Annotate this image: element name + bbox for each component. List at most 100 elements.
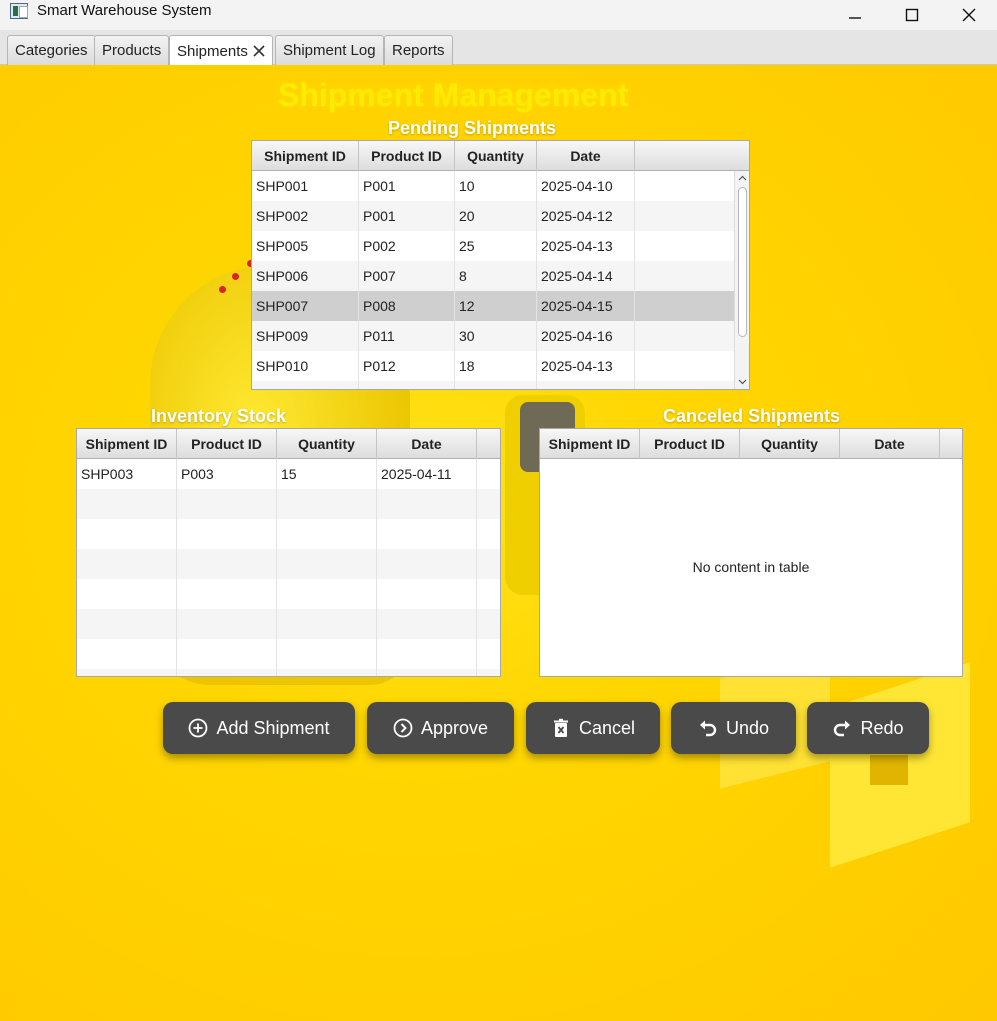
column-header-filler [635, 141, 749, 171]
empty-table-cell [635, 261, 749, 291]
minimize-button[interactable] [826, 0, 884, 30]
empty-table-cell [177, 549, 277, 579]
maximize-button[interactable] [883, 0, 941, 30]
empty-table-cell [77, 669, 177, 676]
table-cell: P001 [359, 171, 455, 201]
column-header[interactable]: Quantity [740, 429, 840, 459]
table-row[interactable]: SHP007 P008 12 2025-04-15 [252, 291, 749, 321]
undo-button[interactable]: Undo [671, 702, 796, 754]
scroll-up-icon[interactable] [738, 174, 747, 183]
vertical-scrollbar[interactable] [734, 171, 749, 389]
table-row[interactable]: SHP009 P011 30 2025-04-16 [252, 321, 749, 351]
table-row[interactable]: SHP003 P003 15 2025-04-11 [77, 459, 500, 489]
window-title: Smart Warehouse System [37, 2, 212, 19]
column-header-filler [940, 429, 962, 459]
close-icon [962, 8, 976, 22]
empty-table-cell [277, 489, 377, 519]
inventory-stock-table[interactable]: Shipment ID Product ID Quantity Date SHP… [76, 428, 501, 677]
empty-table-cell [277, 579, 377, 609]
empty-table-cell [455, 381, 537, 389]
column-header[interactable]: Product ID [640, 429, 740, 459]
column-header[interactable]: Quantity [455, 141, 537, 171]
cancel-button[interactable]: Cancel [526, 702, 660, 754]
button-label: Undo [725, 717, 770, 738]
empty-table-cell [177, 519, 277, 549]
redo-button[interactable]: Redo [807, 702, 929, 754]
shipments-panel: Shipment Management Pending Shipments In… [0, 65, 997, 1021]
table-body: SHP001 P001 10 2025-04-10 SHP002 P001 20 2025-0… [252, 171, 749, 389]
empty-table-cell [635, 171, 749, 201]
table-row[interactable]: SHP001 P001 10 2025-04-10 [252, 171, 749, 201]
button-label: Add Shipment [216, 717, 330, 738]
empty-table-row [77, 549, 500, 579]
table-header: Shipment ID Product ID Quantity Date [540, 429, 962, 459]
column-header[interactable]: Date [377, 429, 477, 459]
column-header[interactable]: Product ID [177, 429, 277, 459]
table-cell: 2025-04-14 [537, 261, 635, 291]
column-header[interactable]: Date [840, 429, 940, 459]
tab-strip: Categories Products Shipments Shipment L… [0, 30, 997, 66]
table-row[interactable]: SHP002 P001 20 2025-04-12 [252, 201, 749, 231]
table-header: Shipment ID Product ID Quantity Date [77, 429, 500, 459]
scroll-thumb[interactable] [738, 187, 747, 337]
column-header[interactable]: Shipment ID [77, 429, 177, 459]
empty-table-cell [477, 579, 500, 609]
scroll-down-icon[interactable] [738, 377, 747, 386]
column-header[interactable]: Date [537, 141, 635, 171]
canceled-shipments-table[interactable]: Shipment ID Product ID Quantity Date No … [539, 428, 963, 677]
empty-table-cell [635, 291, 749, 321]
column-header[interactable]: Quantity [277, 429, 377, 459]
pending-shipments-table[interactable]: Shipment ID Product ID Quantity Date SHP… [251, 140, 750, 390]
add-shipment-button[interactable]: Add Shipment [163, 702, 355, 754]
table-row[interactable]: SHP005 P002 25 2025-04-13 [252, 231, 749, 261]
empty-table-cell [377, 519, 477, 549]
empty-table-cell [177, 609, 277, 639]
table-cell: SHP003 [77, 459, 177, 489]
column-header[interactable]: Shipment ID [540, 429, 640, 459]
inventory-stock-title: Inventory Stock [151, 406, 287, 426]
table-cell: 18 [455, 351, 537, 381]
empty-table-cell [359, 381, 455, 389]
empty-table-cell [635, 321, 749, 351]
page-title: Shipment Management [278, 77, 629, 113]
empty-table-cell [477, 489, 500, 519]
empty-table-cell [537, 381, 635, 389]
table-cell: SHP001 [252, 171, 359, 201]
tab-close-icon[interactable] [253, 45, 265, 57]
tab-products[interactable]: Products [94, 35, 170, 65]
table-cell: 10 [455, 171, 537, 201]
empty-table-row [252, 381, 749, 389]
table-cell: P001 [359, 201, 455, 231]
empty-table-cell [635, 351, 749, 381]
tab-reports[interactable]: Reports [384, 35, 453, 65]
empty-table-row [77, 669, 500, 676]
column-header[interactable]: Shipment ID [252, 141, 359, 171]
empty-table-cell [177, 579, 277, 609]
table-header: Shipment ID Product ID Quantity Date [252, 141, 749, 171]
table-cell: 2025-04-13 [537, 231, 635, 261]
tab-categories[interactable]: Categories [7, 35, 96, 65]
tab-label: Shipments [177, 42, 248, 60]
approve-button[interactable]: Approve [367, 702, 514, 754]
table-row[interactable]: SHP010 P012 18 2025-04-13 [252, 351, 749, 381]
tab-label: Products [102, 42, 162, 59]
table-cell: P011 [359, 321, 455, 351]
empty-table-message: No content in table [692, 559, 810, 575]
empty-table-cell [377, 609, 477, 639]
table-row[interactable]: SHP006 P007 8 2025-04-14 [252, 261, 749, 291]
tab-shipment-log[interactable]: Shipment Log [275, 35, 384, 65]
column-header[interactable]: Product ID [359, 141, 455, 171]
table-cell: SHP007 [252, 291, 359, 321]
table-cell: SHP005 [252, 231, 359, 261]
empty-table-cell [377, 639, 477, 669]
tab-shipments[interactable]: Shipments [169, 35, 273, 66]
empty-table-row [77, 519, 500, 549]
table-cell: SHP002 [252, 201, 359, 231]
close-window-button[interactable] [940, 0, 997, 30]
empty-table-cell [277, 639, 377, 669]
pending-shipments-title: Pending Shipments [388, 118, 557, 138]
table-cell: P003 [177, 459, 277, 489]
table-body: SHP003 P003 15 2025-04-11 [77, 459, 500, 676]
empty-table-cell [477, 669, 500, 676]
chevron-circle-icon [393, 718, 413, 738]
